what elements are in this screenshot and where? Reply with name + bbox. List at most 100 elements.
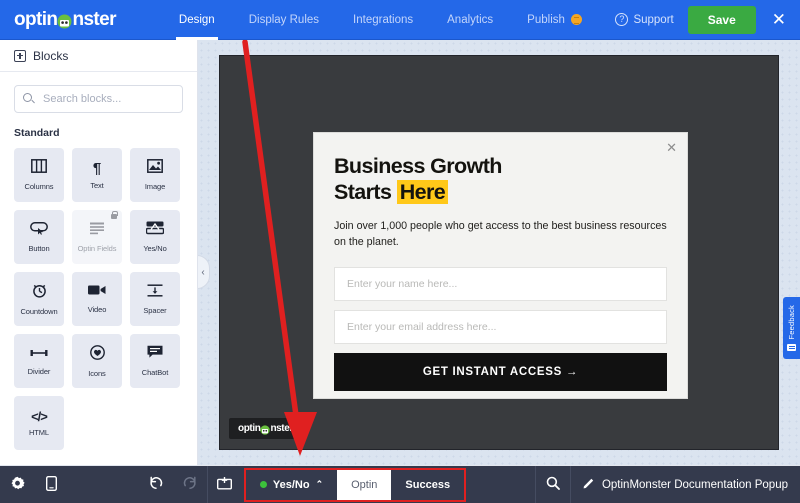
sidebar-header-label: Blocks: [33, 48, 69, 63]
block-tile-image[interactable]: Image: [130, 148, 180, 202]
settings-button[interactable]: [0, 466, 34, 503]
block-tile-text[interactable]: ¶ Text: [72, 148, 122, 202]
block-tile-html[interactable]: </> HTML: [14, 396, 64, 450]
search-icon: [546, 476, 560, 493]
standard-section-label: Standard: [14, 127, 60, 139]
tab-success-label: Success: [405, 478, 451, 491]
divider-icon: [30, 346, 48, 362]
redo-button: [173, 466, 207, 503]
top-bar-actions: ? Support Save ✕: [615, 5, 790, 34]
mobile-device-icon: [45, 475, 57, 494]
search-icon: [23, 93, 32, 102]
tab-optin-label: Optin: [351, 478, 378, 491]
campaign-name[interactable]: OptinMonster Documentation Popup: [571, 477, 800, 492]
top-navigation-bar: optin nster Design Display Rules Integrat…: [0, 0, 800, 40]
add-block-icon: [217, 476, 233, 493]
orange-status-badge-icon: [570, 14, 582, 25]
heart-circle-icon: [89, 344, 105, 364]
blocks-grid: Columns ¶ Text Image Button Optin Fields…: [14, 148, 183, 450]
block-tile-chatbot[interactable]: ChatBot: [130, 334, 180, 388]
columns-icon: [31, 159, 47, 177]
optin-fields-icon: [89, 222, 105, 239]
blocks-sidebar: Blocks Standard Columns ¶ Text Imag: [0, 40, 198, 465]
support-label: Support: [633, 13, 674, 26]
save-button[interactable]: Save: [687, 5, 756, 34]
feedback-tab[interactable]: Feedback: [783, 297, 800, 359]
preview-frame: ✕ Business Growth Starts Here Join over …: [219, 55, 779, 450]
tab-success[interactable]: Success: [391, 470, 464, 500]
campaign-preview-canvas: ‹ ✕ Business Growth Starts Here Join ove…: [198, 40, 800, 465]
logo-text-left: optin: [14, 8, 58, 30]
optinmonster-campaign-builder: optin nster Design Display Rules Integrat…: [0, 0, 800, 503]
add-block-button[interactable]: [208, 466, 242, 503]
watermark-text-left: optin: [238, 423, 261, 434]
nav-item-design[interactable]: Design: [162, 0, 232, 40]
headline-line-2-prefix: Starts: [334, 180, 397, 205]
popup-subheadline[interactable]: Join over 1,000 people who get access to…: [334, 218, 667, 250]
sidebar-header: Blocks: [0, 40, 197, 72]
block-tile-spacer[interactable]: Spacer: [130, 272, 180, 326]
video-camera-icon: [88, 284, 106, 300]
device-preview-button[interactable]: [34, 466, 68, 503]
redo-icon: [183, 476, 197, 493]
support-link[interactable]: ? Support: [615, 13, 674, 26]
sidebar-body: Standard Columns ¶ Text Image Button: [0, 72, 197, 450]
undo-button[interactable]: [139, 466, 173, 503]
block-tile-icons[interactable]: Icons: [72, 334, 122, 388]
chevron-up-icon: ⌃: [315, 479, 324, 489]
campaign-view-tabs: Yes/No ⌃ Optin Success: [243, 467, 467, 502]
code-icon: </>: [31, 408, 48, 424]
gear-icon: [10, 476, 25, 494]
sidebar-collapse-handle[interactable]: ‹: [198, 255, 210, 289]
popup-name-field[interactable]: [334, 266, 667, 301]
headline-highlight: Here: [396, 180, 449, 205]
nav-item-analytics[interactable]: Analytics: [430, 0, 510, 40]
block-tile-yes-no[interactable]: Yes/No: [130, 210, 180, 264]
optin-popup[interactable]: ✕ Business Growth Starts Here Join over …: [313, 132, 688, 399]
bottom-toolbar: Yes/No ⌃ Optin Success OptinMonster Docu…: [0, 465, 800, 503]
main-nav: Design Display Rules Integrations Analyt…: [162, 0, 599, 40]
popup-close-icon[interactable]: ✕: [666, 141, 677, 154]
blocks-icon: [14, 49, 26, 62]
search-blocks-input[interactable]: [14, 85, 183, 113]
search-button[interactable]: [536, 466, 570, 503]
block-tile-countdown[interactable]: Countdown: [14, 272, 64, 326]
nav-item-display-rules[interactable]: Display Rules: [232, 0, 336, 40]
close-icon[interactable]: ✕: [772, 11, 786, 28]
button-icon: [30, 221, 48, 239]
watermark-text-right: nster: [270, 423, 293, 434]
chevron-left-icon: ‹: [201, 266, 205, 278]
tab-yes-no[interactable]: Yes/No ⌃: [246, 470, 337, 500]
pencil-icon: [583, 477, 595, 492]
block-tile-button[interactable]: Button: [14, 210, 64, 264]
nav-item-integrations[interactable]: Integrations: [336, 0, 430, 40]
popup-email-field[interactable]: [334, 309, 667, 344]
feedback-card-icon: [787, 343, 796, 351]
tab-yes-no-label: Yes/No: [272, 478, 310, 491]
search-blocks-wrapper: [14, 85, 183, 113]
headline-line-1: Business Growth: [334, 154, 502, 178]
block-tile-optin-fields: Optin Fields: [72, 210, 122, 264]
block-tile-divider[interactable]: Divider: [14, 334, 64, 388]
tab-optin[interactable]: Optin: [337, 469, 392, 500]
lock-icon: [111, 211, 118, 219]
block-tile-video[interactable]: Video: [72, 272, 122, 326]
clock-icon: [32, 283, 47, 302]
logo-text-right: nster: [72, 8, 116, 30]
image-icon: [147, 159, 163, 177]
status-dot-icon: [259, 481, 267, 488]
nav-item-publish[interactable]: Publish: [510, 0, 599, 40]
undo-icon: [149, 476, 163, 493]
popup-headline[interactable]: Business Growth Starts Here: [334, 153, 667, 205]
paragraph-icon: ¶: [92, 159, 102, 177]
campaign-title-label: OptinMonster Documentation Popup: [601, 478, 788, 491]
feedback-label: Feedback: [787, 305, 796, 340]
monster-mascot-icon: [260, 424, 271, 435]
question-circle-icon: ?: [615, 13, 629, 26]
yes-no-icon: [145, 221, 165, 239]
monster-mascot-icon: [57, 14, 72, 29]
popup-cta-button[interactable]: GET INSTANT ACCESS →: [334, 352, 667, 391]
optinmonster-logo[interactable]: optin nster: [14, 8, 117, 31]
block-tile-columns[interactable]: Columns: [14, 148, 64, 202]
optinmonster-watermark: optin nster: [229, 418, 302, 439]
